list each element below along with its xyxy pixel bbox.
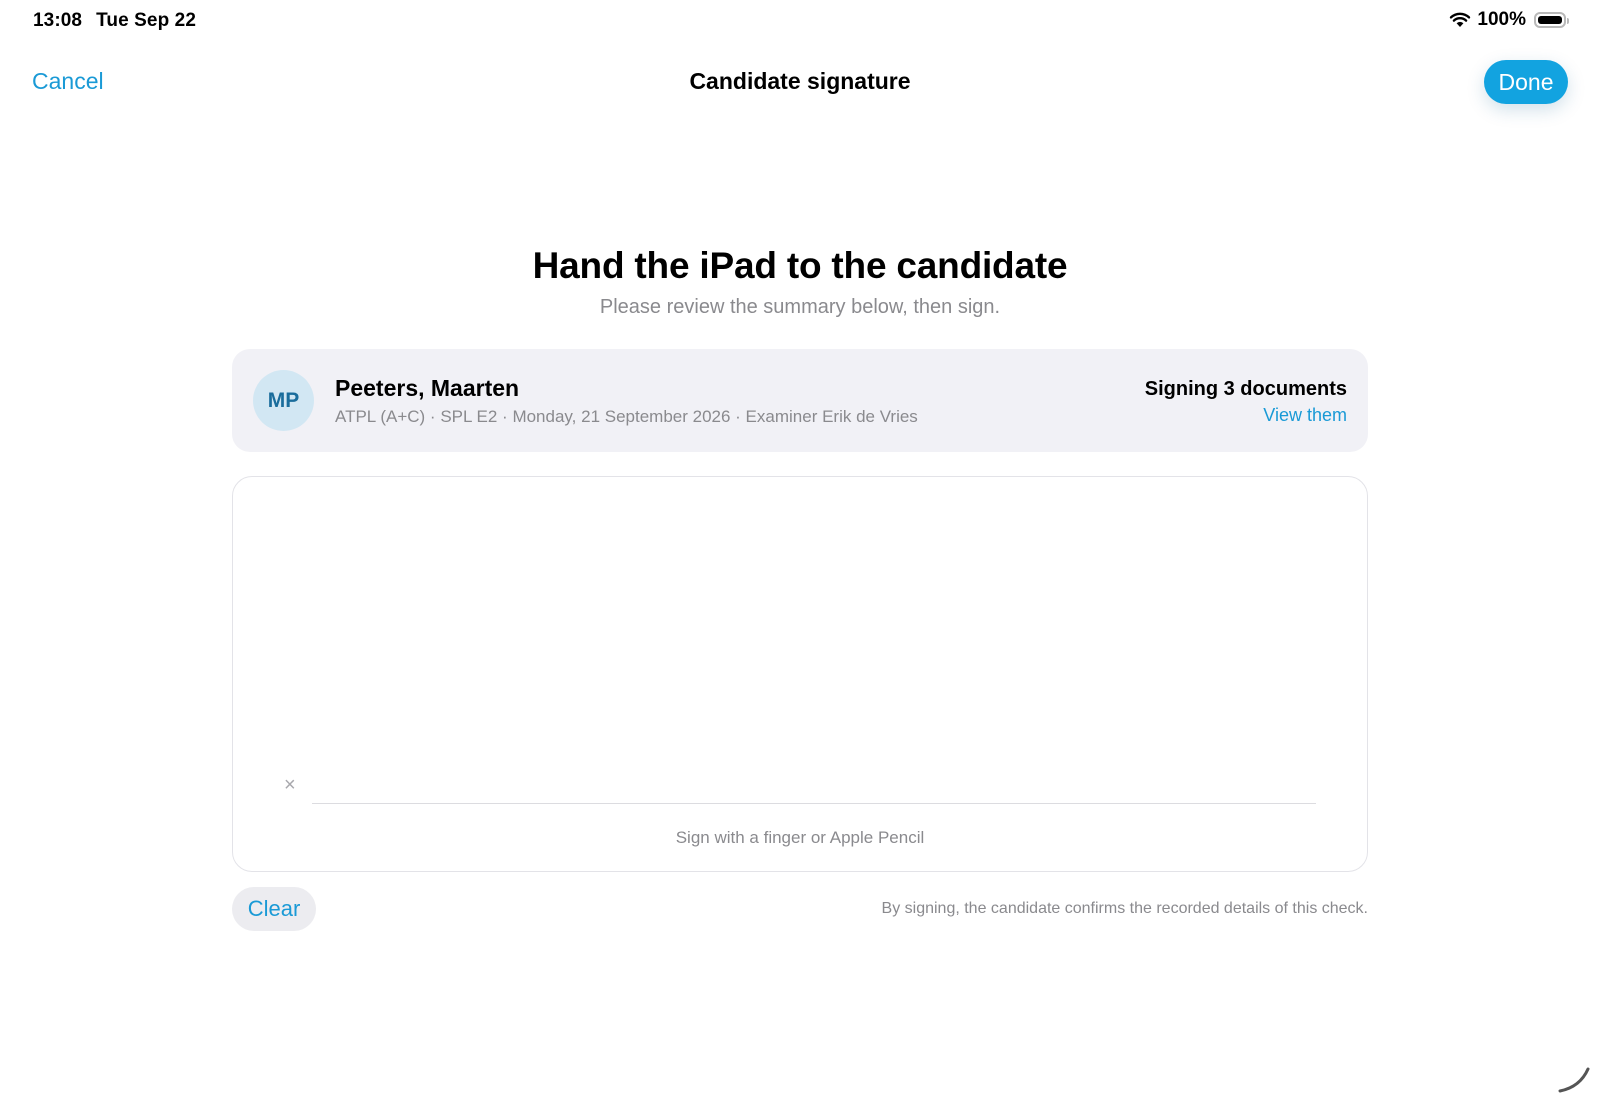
nav-title: Candidate signature <box>689 68 911 94</box>
wifi-icon <box>1450 12 1471 27</box>
candidate-name: Peeters, Maarten <box>335 375 520 401</box>
resize-handle-icon[interactable] <box>1558 1061 1592 1095</box>
clear-button[interactable]: Clear <box>232 887 316 931</box>
page-title: Hand the iPad to the candidate <box>532 245 1068 286</box>
signature-x-mark: × <box>284 774 296 796</box>
signature-screen: 13:08 Tue Sep 22 100% Cancel Candidate si… <box>0 0 1600 1103</box>
signing-count: Signing 3 documents <box>1144 378 1347 400</box>
signature-pad[interactable]: × Sign with a finger or Apple Pencil <box>232 476 1368 872</box>
page-subtitle: Please review the summary below, then si… <box>599 296 1001 318</box>
signature-hint: Sign with a finger or Apple Pencil <box>675 828 925 847</box>
candidate-details: ATPL (A+C) · SPL E2 · Monday, 21 Septemb… <box>335 407 918 426</box>
status-date: Tue Sep 22 <box>96 10 197 31</box>
status-time: 13:08 <box>33 10 83 31</box>
battery-percent: 100% <box>1477 9 1526 30</box>
battery-icon <box>1534 12 1569 28</box>
signature-line <box>312 803 1316 804</box>
status-indicators: 100% <box>1449 9 1569 31</box>
status-time-date: 13:08 Tue Sep 22 <box>33 10 196 32</box>
avatar: MP <box>253 370 314 431</box>
signing-disclaimer: By signing, the candidate confirms the r… <box>881 900 1368 917</box>
view-documents-link[interactable]: View them <box>1263 405 1347 426</box>
done-button[interactable]: Done <box>1484 60 1568 104</box>
candidate-summary-card: MP Peeters, Maarten ATPL (A+C) · SPL E2 … <box>232 349 1368 452</box>
